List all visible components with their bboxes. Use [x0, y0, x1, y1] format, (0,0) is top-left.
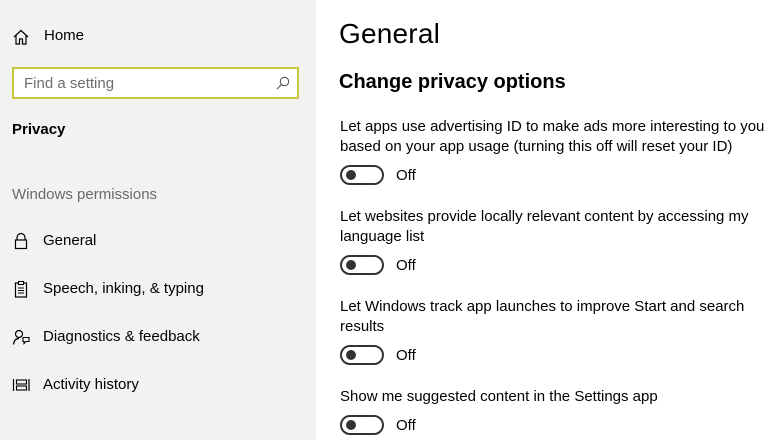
home-icon	[12, 28, 30, 46]
setting-description-suggested-content: Show me suggested content in the Setting…	[340, 388, 658, 405]
sidebar-item-label: Activity history	[43, 376, 139, 393]
page-title: General	[339, 18, 441, 49]
home-nav-item[interactable]: Home	[0, 16, 316, 56]
sidebar: Home Privacy Windows permissions General	[0, 0, 316, 440]
section-title-privacy: Privacy	[12, 121, 66, 138]
sidebar-item-label: Speech, inking, & typing	[43, 280, 204, 297]
search-input[interactable]	[14, 69, 297, 97]
setting-description-advertising-id: Let apps use advertising ID to make ads …	[340, 118, 765, 155]
search-box	[12, 67, 299, 99]
section-heading: Change privacy options	[339, 71, 566, 93]
toggle-state-label: Off	[396, 417, 416, 434]
sidebar-item-label: Diagnostics & feedback	[43, 328, 200, 345]
lock-icon	[12, 232, 30, 250]
activity-history-icon	[12, 376, 30, 394]
toggle-knob	[346, 420, 356, 430]
toggle-knob	[346, 170, 356, 180]
toggle-advertising-id[interactable]	[340, 165, 384, 185]
sidebar-item-label: General	[43, 232, 97, 249]
toggle-state-label: Off	[396, 167, 416, 184]
toggle-state-label: Off	[396, 347, 416, 364]
settings-window: Home Privacy Windows permissions General	[0, 0, 774, 440]
group-title-windows-permissions: Windows permissions	[12, 186, 158, 203]
toggle-app-launches[interactable]	[340, 345, 384, 365]
sidebar-item-general[interactable]: General	[0, 221, 316, 261]
sidebar-item-speech[interactable]: Speech, inking, & typing	[0, 269, 316, 309]
sidebar-item-diagnostics[interactable]: Diagnostics & feedback	[0, 317, 316, 357]
clipboard-icon	[12, 280, 30, 298]
setting-description-language-list: Let websites provide locally relevant co…	[340, 208, 749, 245]
person-feedback-icon	[12, 328, 30, 346]
toggle-knob	[346, 350, 356, 360]
toggle-knob	[346, 260, 356, 270]
setting-description-app-launches: Let Windows track app launches to improv…	[340, 298, 745, 335]
toggle-suggested-content[interactable]	[340, 415, 384, 435]
sidebar-item-activity-history[interactable]: Activity history	[0, 365, 316, 405]
toggle-language-list[interactable]	[340, 255, 384, 275]
search-icon[interactable]	[276, 76, 290, 90]
home-label: Home	[44, 27, 85, 44]
main-content: General Change privacy options Let apps …	[316, 0, 774, 440]
toggle-state-label: Off	[396, 257, 416, 274]
